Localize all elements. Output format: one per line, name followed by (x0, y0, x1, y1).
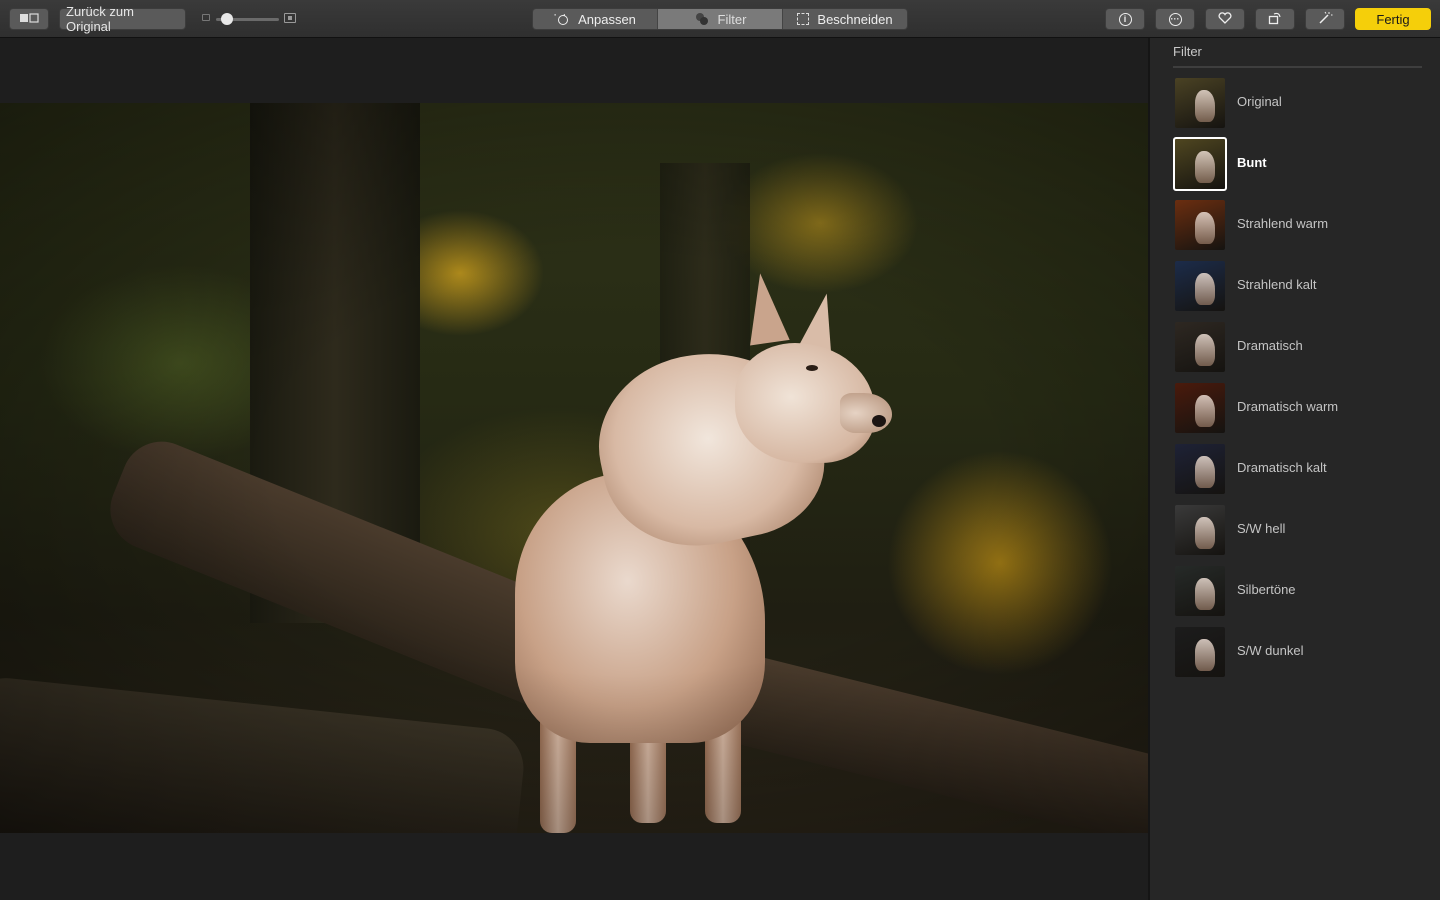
thumbnail-wolf (1195, 334, 1215, 366)
filter-label: Bunt (1237, 155, 1267, 170)
filter-circles-icon (694, 11, 710, 27)
crop-icon (797, 13, 810, 25)
filter-thumbnail (1175, 261, 1225, 311)
filter-item[interactable]: Strahlend warm (1173, 198, 1433, 252)
filter-label: S/W hell (1237, 521, 1286, 536)
thumbnail-wolf (1195, 456, 1215, 488)
tab-crop-label: Beschneiden (817, 11, 893, 27)
sidebar-divider (1173, 66, 1422, 68)
compare-button[interactable] (9, 8, 49, 30)
tab-adjust[interactable]: Anpassen (533, 9, 658, 29)
sidebar-title: Filter (1173, 44, 1202, 59)
rotate-icon (1268, 11, 1282, 28)
photo-canvas (0, 38, 1148, 900)
filter-label: Dramatisch warm (1237, 399, 1339, 414)
filter-thumbnail (1175, 200, 1225, 250)
thumbnail-wolf (1195, 395, 1215, 427)
toolbar: Zurück zum Original Anpassen Filter Besc… (0, 0, 1440, 38)
zoom-slider[interactable] (200, 10, 300, 28)
revert-to-original-button[interactable]: Zurück zum Original (59, 4, 186, 34)
thumbnail-wolf (1195, 517, 1215, 549)
thumbnail-wolf (1195, 212, 1215, 244)
compare-split-icon (19, 12, 39, 27)
magic-wand-icon (1317, 11, 1333, 28)
filter-thumbnail (1173, 137, 1227, 191)
filter-item[interactable]: Dramatisch warm (1173, 381, 1433, 435)
filter-item[interactable]: Dramatisch kalt (1173, 442, 1433, 496)
filter-label: Silbertöne (1237, 582, 1296, 597)
filter-thumbnail (1175, 627, 1225, 677)
adjust-sun-icon (553, 9, 570, 27)
filter-item[interactable]: S/W dunkel (1173, 625, 1433, 679)
filter-label: Original (1237, 94, 1282, 109)
done-button[interactable]: Fertig (1355, 8, 1431, 30)
filter-sidebar: Filter Original Bunt Strahlend warm Strahle… (1148, 38, 1440, 900)
filter-label: S/W dunkel (1237, 643, 1304, 658)
filter-item[interactable]: S/W hell (1173, 503, 1433, 557)
thumbnail-wolf (1195, 639, 1215, 671)
filter-thumbnail (1175, 566, 1225, 616)
filter-label: Strahlend kalt (1237, 277, 1317, 292)
tab-crop[interactable]: Beschneiden (783, 9, 907, 29)
info-icon: i (1118, 12, 1132, 26)
filter-label: Strahlend warm (1237, 216, 1329, 231)
filter-thumbnail (1175, 322, 1225, 372)
thumbnail-wolf (1195, 273, 1215, 305)
zoom-out-icon (202, 14, 210, 21)
enhance-button[interactable] (1305, 8, 1345, 30)
rotate-button[interactable] (1255, 8, 1295, 30)
filter-item[interactable]: Bunt (1173, 137, 1433, 191)
tab-filter-label: Filter (717, 11, 747, 27)
filter-thumbnail (1175, 78, 1225, 128)
wolf-photo[interactable] (0, 103, 1148, 833)
zoom-slider-thumb[interactable] (220, 13, 233, 25)
info-button[interactable]: i (1105, 8, 1145, 30)
filter-item[interactable]: Dramatisch (1173, 320, 1433, 374)
filter-item[interactable]: Original (1173, 76, 1433, 130)
tab-filter[interactable]: Filter (658, 9, 783, 29)
filter-label: Dramatisch (1237, 338, 1303, 353)
filter-thumbnail (1175, 505, 1225, 555)
edit-mode-tabs: Anpassen Filter Beschneiden (532, 8, 908, 30)
heart-icon (1218, 11, 1232, 27)
more-ellipsis-icon: ··· (1168, 12, 1182, 26)
tab-adjust-label: Anpassen (578, 11, 636, 27)
filter-label: Dramatisch kalt (1237, 460, 1327, 475)
favorite-button[interactable] (1205, 8, 1245, 30)
photo-vignette (0, 103, 1148, 833)
thumbnail-wolf (1195, 578, 1215, 610)
zoom-in-icon (284, 13, 296, 23)
filter-item[interactable]: Strahlend kalt (1173, 259, 1433, 313)
filter-thumbnail (1175, 444, 1225, 494)
more-button[interactable]: ··· (1155, 8, 1195, 30)
filter-thumbnail (1175, 383, 1225, 433)
filter-item[interactable]: Silbertöne (1173, 564, 1433, 618)
thumbnail-wolf (1195, 90, 1215, 122)
thumbnail-wolf (1195, 151, 1215, 183)
